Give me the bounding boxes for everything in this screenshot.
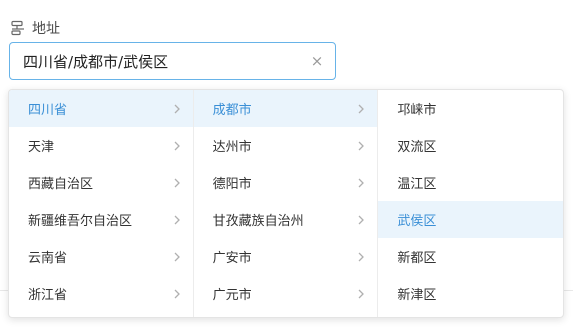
province-item[interactable]: 西藏自治区 — [9, 164, 193, 201]
district-item-label: 温江区 — [397, 177, 437, 192]
district-item[interactable]: 双流区 — [378, 127, 563, 164]
city-item-label: 广安市 — [212, 251, 252, 266]
district-item[interactable]: 新津区 — [378, 275, 563, 312]
chevron-right-icon — [355, 103, 367, 115]
city-item-label: 德阳市 — [212, 177, 252, 192]
district-item-label: 邛崃市 — [397, 103, 437, 118]
cascader-value: 四川省/成都市/武侯区 — [23, 52, 169, 71]
chevron-right-icon — [355, 177, 367, 189]
province-item-label: 天津 — [28, 140, 55, 155]
city-item-label: 达州市 — [212, 140, 252, 155]
city-menu: 成都市 达州市 德阳市 甘孜藏族自治州 广安市 广元市 — [193, 90, 379, 317]
province-item[interactable]: 新疆维吾尔自治区 — [9, 201, 193, 238]
province-item-label: 云南省 — [28, 251, 68, 266]
province-item-label: 新疆维吾尔自治区 — [28, 214, 133, 229]
city-item-label: 成都市 — [212, 103, 252, 118]
district-menu: 邛崃市 双流区 温江区 武侯区 新都区 新津区 — [378, 90, 563, 317]
province-item[interactable]: 天津 — [9, 127, 193, 164]
district-item-label: 双流区 — [397, 140, 437, 155]
city-item[interactable]: 甘孜藏族自治州 — [194, 201, 378, 238]
province-item-label: 西藏自治区 — [28, 177, 94, 192]
cascader-dropdown: 四川省 天津 西藏自治区 新疆维吾尔自治区 云南省 浙江省 成都市 达州市 德阳… — [8, 89, 564, 318]
district-item-label: 武侯区 — [397, 214, 437, 229]
address-cascader-input[interactable]: 四川省/成都市/武侯区 × — [9, 42, 336, 80]
chevron-right-icon — [355, 140, 367, 152]
city-item[interactable]: 广元市 — [194, 275, 378, 312]
chevron-right-icon — [355, 214, 367, 226]
province-item-label: 四川省 — [28, 103, 68, 118]
city-item[interactable]: 广安市 — [194, 238, 378, 275]
chevron-right-icon — [355, 288, 367, 300]
address-node-icon — [10, 20, 26, 36]
close-icon[interactable]: × — [309, 53, 325, 69]
chevron-right-icon — [171, 103, 183, 115]
province-item[interactable]: 云南省 — [9, 238, 193, 275]
district-item-label: 新津区 — [397, 288, 437, 303]
chevron-right-icon — [355, 251, 367, 263]
city-item[interactable]: 成都市 — [193, 90, 378, 127]
city-item-label: 广元市 — [212, 288, 252, 303]
province-item[interactable]: 浙江省 — [9, 275, 193, 312]
province-item[interactable]: 四川省 — [9, 90, 193, 127]
chevron-right-icon — [171, 251, 183, 263]
address-field-label: 地址 — [10, 18, 60, 38]
district-item[interactable]: 温江区 — [378, 164, 563, 201]
district-item[interactable]: 邛崃市 — [378, 90, 563, 127]
city-item[interactable]: 德阳市 — [194, 164, 378, 201]
chevron-right-icon — [171, 214, 183, 226]
chevron-right-icon — [171, 140, 183, 152]
province-menu: 四川省 天津 西藏自治区 新疆维吾尔自治区 云南省 浙江省 — [9, 90, 194, 317]
district-item[interactable]: 新都区 — [378, 238, 563, 275]
field-label-text: 地址 — [32, 21, 60, 37]
province-item-label: 浙江省 — [28, 288, 68, 303]
district-item[interactable]: 武侯区 — [378, 201, 563, 238]
chevron-right-icon — [171, 177, 183, 189]
district-item-label: 新都区 — [397, 251, 437, 266]
city-item[interactable]: 达州市 — [194, 127, 378, 164]
city-item-label: 甘孜藏族自治州 — [212, 214, 304, 229]
chevron-right-icon — [171, 288, 183, 300]
